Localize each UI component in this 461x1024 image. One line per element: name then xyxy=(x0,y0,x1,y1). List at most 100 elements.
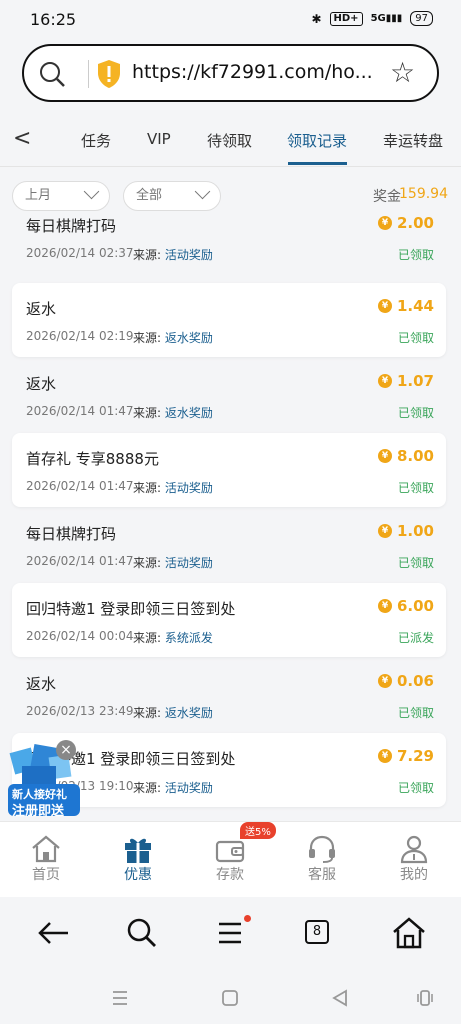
search-icon[interactable] xyxy=(38,60,66,88)
record-amount-value: 0.06 xyxy=(396,672,434,690)
source-prefix: 来源: xyxy=(133,556,162,570)
user-icon xyxy=(400,835,428,864)
record-source: 来源: 活动奖励 xyxy=(133,554,213,571)
nav-deposit-label: 存款 xyxy=(216,867,244,883)
period-filter[interactable]: 上月 xyxy=(12,181,110,211)
record-status: 已领取 xyxy=(397,706,434,720)
source-prefix: 来源: xyxy=(133,406,162,420)
tab-lucky-wheel[interactable]: 幸运转盘 xyxy=(383,130,443,151)
nav-home-label: 首页 xyxy=(32,867,60,883)
record-date: 2026/02/14 00:04 xyxy=(26,629,134,643)
source-prefix: 来源: xyxy=(133,331,162,345)
record-amount: ¥1.44 xyxy=(377,297,434,315)
record-source-value: 返水奖励 xyxy=(164,406,213,420)
record-date: 2026/02/14 01:47 xyxy=(26,479,134,493)
record-item[interactable]: 每日棋牌打码 2026/02/14 02:37 来源: 活动奖励 ¥2.00 已领取 xyxy=(12,208,446,274)
record-status: 已领取 xyxy=(397,331,434,345)
record-amount: ¥2.00 xyxy=(377,214,434,232)
chevron-down-icon xyxy=(83,183,100,200)
rotate-icon[interactable] xyxy=(415,988,435,1008)
record-status: 已领取 xyxy=(397,248,434,262)
source-prefix: 来源: xyxy=(133,631,162,645)
tab-pending[interactable]: 待领取 xyxy=(207,130,252,151)
shield-warning-icon[interactable] xyxy=(96,59,122,89)
home-button-icon[interactable] xyxy=(220,988,240,1008)
record-item[interactable]: 回归特邀1 登录即领三日签到处 2026/02/14 00:04 来源: 系统派发 ¥… xyxy=(12,583,446,657)
record-item[interactable]: 首存礼 专享8888元 2026/02/14 01:47 来源: 活动奖励 ¥8.00… xyxy=(12,433,446,507)
tab-tasks[interactable]: 任务 xyxy=(81,130,111,151)
tab-claim-records[interactable]: 领取记录 xyxy=(287,130,347,151)
record-item[interactable]: 每日棋牌打码 2026/02/14 01:47 来源: 活动奖励 ¥1.00 已领取 xyxy=(12,508,446,582)
record-title: 每日棋牌打码 xyxy=(26,217,117,235)
address-bar[interactable]: https://kf72991.com/ho... ☆ xyxy=(22,44,439,102)
nav-profile-label: 我的 xyxy=(400,867,428,883)
record-item[interactable]: 返水 2026/02/14 02:19 来源: 返水奖励 ¥1.44 已领取 xyxy=(12,283,446,357)
record-source-value: 活动奖励 xyxy=(164,781,213,795)
record-date: 2026/02/14 01:47 xyxy=(26,554,134,568)
record-status: 已领取 xyxy=(397,781,434,795)
nav-promotions-label: 优惠 xyxy=(124,867,152,883)
nav-support-label: 客服 xyxy=(308,867,336,883)
record-source-value: 系统派发 xyxy=(164,631,213,645)
record-source-value: 活动奖励 xyxy=(164,481,213,495)
deposit-bonus-badge: 送5% xyxy=(240,822,276,839)
source-prefix: 来源: xyxy=(133,706,162,720)
record-source: 来源: 系统派发 xyxy=(133,629,213,646)
record-status: 已领取 xyxy=(397,481,434,495)
nav-profile[interactable]: 我的 xyxy=(368,822,460,897)
back-triangle-icon[interactable] xyxy=(330,988,350,1008)
tabs-count-button[interactable]: 8 xyxy=(305,920,329,944)
record-date: 2026/02/13 23:49 xyxy=(26,704,134,718)
coin-icon: ¥ xyxy=(377,749,392,763)
type-filter[interactable]: 全部 xyxy=(123,181,221,211)
source-prefix: 来源: xyxy=(133,248,162,262)
status-bar: 16:25 ✱ HD+ 5G▮▮▮ 97 xyxy=(0,0,461,38)
browser-toolbar xyxy=(0,897,461,969)
bottom-nav: 首页 优惠 存款 客服 我的 xyxy=(0,821,461,897)
url-text[interactable]: https://kf72991.com/ho... xyxy=(132,61,373,83)
record-date: 2026/02/14 02:19 xyxy=(26,329,134,343)
record-amount: ¥1.00 xyxy=(377,522,434,540)
network-indicator: 5G▮▮▮ xyxy=(370,13,403,24)
gift-icon xyxy=(125,838,151,863)
record-date: 2026/02/14 02:37 xyxy=(26,246,134,260)
record-amount-value: 1.00 xyxy=(396,522,434,540)
record-amount: ¥7.29 xyxy=(377,747,434,765)
status-time: 16:25 xyxy=(30,10,77,29)
nav-promotions[interactable]: 优惠 xyxy=(92,822,184,897)
search-icon[interactable] xyxy=(122,915,162,951)
nav-home[interactable]: 首页 xyxy=(0,822,92,897)
record-source: 来源: 活动奖励 xyxy=(133,246,213,263)
active-tab-indicator xyxy=(288,162,347,165)
record-amount: ¥8.00 xyxy=(377,447,434,465)
bonus-label: 奖金 xyxy=(373,189,401,205)
recents-icon[interactable] xyxy=(110,988,130,1008)
home-icon xyxy=(32,835,60,863)
record-source: 来源: 活动奖励 xyxy=(133,479,213,496)
record-item[interactable]: 返水 2026/02/14 01:47 来源: 返水奖励 ¥1.07 已领取 xyxy=(12,358,446,432)
coin-icon: ¥ xyxy=(377,299,392,313)
chevron-down-icon xyxy=(194,183,211,200)
record-status: 已领取 xyxy=(397,556,434,570)
promo-close-icon[interactable]: × xyxy=(56,740,76,760)
record-amount: ¥0.06 xyxy=(377,672,434,690)
back-arrow-icon[interactable] xyxy=(34,915,74,951)
back-chevron-icon[interactable]: < xyxy=(13,126,31,151)
source-prefix: 来源: xyxy=(133,481,162,495)
tab-vip[interactable]: VIP xyxy=(147,130,171,148)
record-item[interactable]: 返水 2026/02/13 23:49 来源: 返水奖励 ¥0.06 已领取 xyxy=(12,658,446,732)
coin-icon: ¥ xyxy=(377,599,392,613)
battery-icon: 97 xyxy=(410,11,433,26)
record-amount-value: 8.00 xyxy=(396,447,434,465)
coin-icon: ¥ xyxy=(377,449,392,463)
record-source-value: 返水奖励 xyxy=(164,706,213,720)
nav-support[interactable]: 客服 xyxy=(276,822,368,897)
record-title: 首存礼 专享8888元 xyxy=(26,450,159,468)
record-source: 来源: 返水奖励 xyxy=(133,704,213,721)
record-title: 返水 xyxy=(26,375,57,393)
record-title: 返水 xyxy=(26,675,57,693)
tab-bar: < 任务 VIP 待领取 领取记录 幸运转盘 xyxy=(0,108,461,167)
record-status: 已领取 xyxy=(397,406,434,420)
home-icon[interactable] xyxy=(389,915,429,951)
bookmark-star-icon[interactable]: ☆ xyxy=(390,58,415,88)
